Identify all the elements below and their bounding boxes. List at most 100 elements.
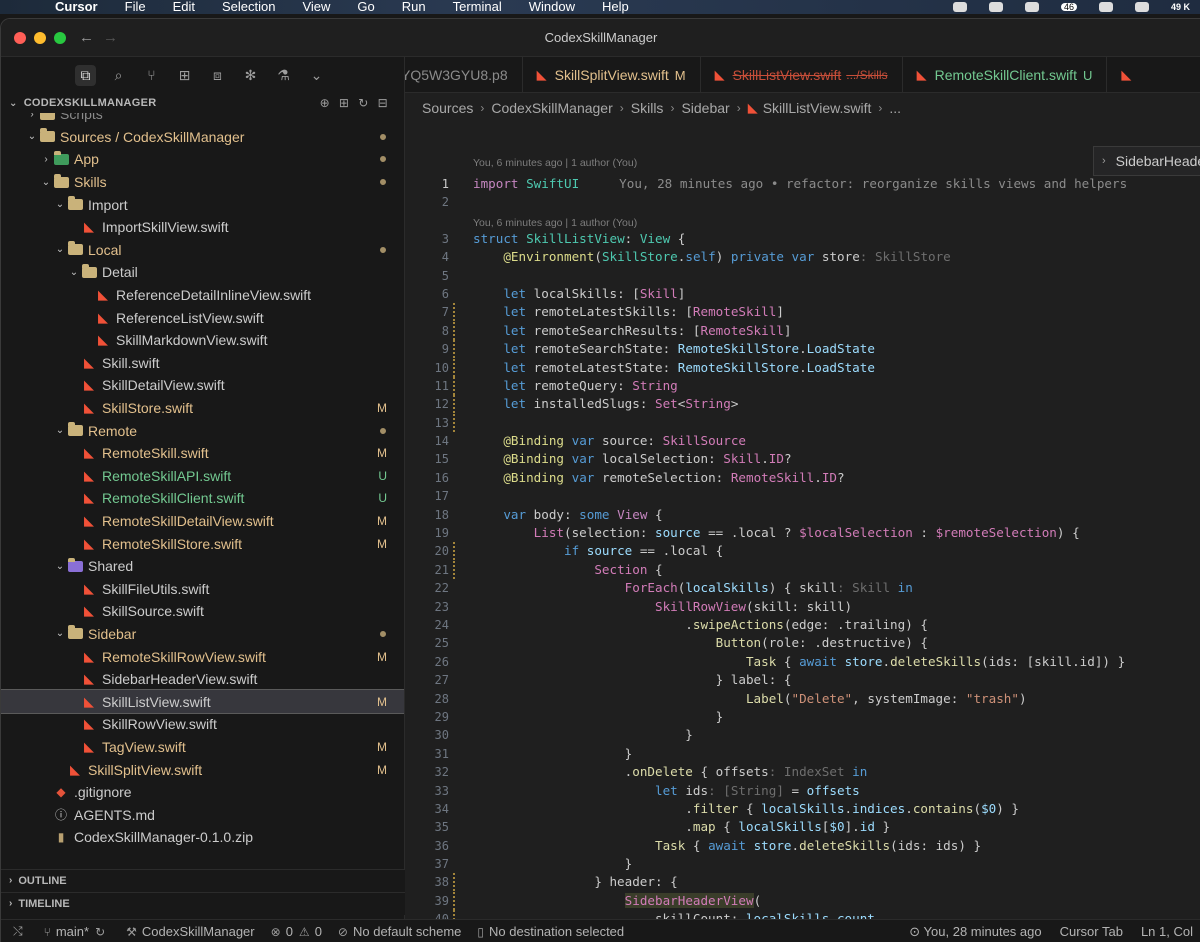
git-modified-marker[interactable] <box>453 873 455 892</box>
git-modified-marker[interactable] <box>453 395 455 414</box>
tree-item[interactable]: ◣ RemoteSkillStore.swift M <box>1 532 404 555</box>
code-line[interactable]: ForEach(localSkills) { skill: Skill in <box>473 579 913 597</box>
git-modified-marker[interactable] <box>453 910 455 919</box>
menu-app[interactable]: Cursor <box>55 0 98 13</box>
git-modified-marker[interactable] <box>453 340 455 359</box>
sync-indicator[interactable]: ↻ <box>95 925 110 939</box>
code-line[interactable]: skillCount: localSkills.count, <box>473 910 883 919</box>
code-line[interactable]: Section { <box>473 561 662 579</box>
tree-item[interactable]: ◣ ImportSkillView.swift <box>1 216 404 239</box>
more-tabs-icon[interactable]: ◣ <box>1107 57 1153 92</box>
menu-selection[interactable]: Selection <box>222 0 275 13</box>
breadcrumb-item[interactable]: ... <box>889 100 901 116</box>
tree-item[interactable]: ◣ TagView.swift M <box>1 736 404 759</box>
menu-run[interactable]: Run <box>402 0 426 13</box>
extensions-icon[interactable]: ⊞ <box>174 65 195 86</box>
tree-item[interactable]: ◣ SkillListView.swift M <box>1 689 404 715</box>
git-modified-marker[interactable] <box>453 376 455 396</box>
code-line[interactable]: .map { localSkills[$0].id } <box>473 818 890 836</box>
tree-item[interactable]: ⌄ Detail <box>1 261 404 284</box>
git-modified-marker[interactable] <box>453 321 455 341</box>
code-line[interactable]: .onDelete { offsets: IndexSet in <box>473 763 868 781</box>
problems-indicator[interactable]: ⊗ 0 ⚠ 0 <box>271 924 322 939</box>
code-line[interactable]: let installedSlugs: Set<String> <box>473 395 738 413</box>
code-line[interactable]: Task { await store.deleteSkills(ids: ids… <box>473 837 981 855</box>
code-line[interactable]: } header: { <box>473 873 677 891</box>
tree-item[interactable]: ◣ SidebarHeaderView.swift <box>1 668 404 691</box>
timeline-panel[interactable]: › TIMELINE <box>1 892 405 915</box>
chevron-down-icon[interactable]: ⌄ <box>306 65 327 86</box>
files-icon[interactable]: ⧉ <box>75 64 96 86</box>
tree-item[interactable]: ⌄ Local <box>1 239 404 262</box>
code-line[interactable]: Button(role: .destructive) { <box>473 634 928 652</box>
box-icon[interactable] <box>1024 2 1039 12</box>
code-line[interactable]: .swipeActions(edge: .trailing) { <box>473 616 928 634</box>
testing-icon[interactable]: ⚗ <box>273 65 294 86</box>
tree-item[interactable]: › Scripts <box>1 113 404 126</box>
toggle-icon[interactable] <box>988 2 1003 12</box>
lock-icon[interactable] <box>952 2 967 12</box>
chevron-down-icon[interactable]: ⌄ <box>9 98 18 109</box>
code-line[interactable]: } <box>473 708 724 726</box>
menu-view[interactable]: View <box>302 0 330 13</box>
tree-item[interactable]: ⌄ Sources / CodexSkillManager <box>1 126 404 149</box>
chevron-right-icon[interactable]: › <box>1102 155 1106 167</box>
code-line[interactable]: let remoteSearchResults: [RemoteSkill] <box>473 322 791 340</box>
remote-explorer-icon[interactable]: ⧈ <box>207 65 228 86</box>
outline-panel[interactable]: › OUTLINE <box>1 869 405 892</box>
breadcrumb-item[interactable]: CodexSkillManager <box>491 100 612 116</box>
cursor-position[interactable]: Ln 1, Col <box>1141 924 1193 940</box>
breadcrumb-item[interactable]: SkillListView.swift <box>763 100 872 116</box>
menu-file[interactable]: File <box>125 0 146 13</box>
code-line[interactable]: let remoteSearchState: RemoteSkillStore.… <box>473 340 875 358</box>
code-line[interactable]: let remoteQuery: String <box>473 377 677 395</box>
sticky-scroll-widget[interactable]: › SidebarHeaderView <box>1093 146 1200 176</box>
code-line[interactable]: @Binding var localSelection: Skill.ID? <box>473 450 791 468</box>
breadcrumb-item[interactable]: Sources <box>422 100 473 116</box>
code-line[interactable]: List(selection: source == .local ? $loca… <box>473 524 1080 542</box>
breadcrumb-item[interactable]: Skills <box>631 100 664 116</box>
destination-indicator[interactable]: ▯ No destination selected <box>477 924 624 939</box>
tree-item[interactable]: ▮ CodexSkillManager-0.1.0.zip <box>1 826 404 849</box>
grammarly-icon[interactable] <box>1134 2 1149 12</box>
menu-help[interactable]: Help <box>602 0 629 13</box>
tree-item[interactable]: ◆ .gitignore <box>1 781 404 804</box>
openai-icon[interactable]: ✻ <box>240 65 261 86</box>
code-line[interactable]: var body: some View { <box>473 506 662 524</box>
git-modified-marker[interactable] <box>453 560 455 580</box>
tree-item[interactable]: ◣ SkillRowView.swift <box>1 713 404 736</box>
menu-edit[interactable]: Edit <box>173 0 195 13</box>
tree-item[interactable]: ◣ ReferenceDetailInlineView.swift <box>1 284 404 307</box>
tree-item[interactable]: ⌄ Sidebar <box>1 623 404 646</box>
code-line[interactable]: if source == .local { <box>473 542 723 560</box>
tree-item[interactable]: ◣ SkillSplitView.swift M <box>1 758 404 781</box>
code-line[interactable]: @Environment(SkillStore.self) private va… <box>473 248 950 266</box>
code-line[interactable]: struct SkillListView: View { <box>473 230 685 248</box>
branch-indicator[interactable]: ⑂ main* <box>44 924 89 939</box>
tree-item[interactable]: ◣ SkillMarkdownView.swift <box>1 329 404 352</box>
tree-item[interactable]: ⌄ Import <box>1 193 404 216</box>
code-line[interactable]: @Binding var remoteSelection: RemoteSkil… <box>473 469 844 487</box>
code-line[interactable]: let remoteLatestState: RemoteSkillStore.… <box>473 359 875 377</box>
git-modified-marker[interactable] <box>453 891 455 911</box>
code-line[interactable]: } <box>473 745 633 763</box>
git-modified-marker[interactable] <box>453 358 455 377</box>
menu-go[interactable]: Go <box>357 0 374 13</box>
tree-item[interactable]: ◣ ReferenceListView.swift <box>1 306 404 329</box>
git-modified-marker[interactable] <box>453 542 455 561</box>
menu-window[interactable]: Window <box>529 0 575 13</box>
refresh-icon[interactable]: ↻ <box>358 96 368 110</box>
git-modified-marker[interactable] <box>453 303 455 322</box>
menu-terminal[interactable]: Terminal <box>453 0 502 13</box>
tree-item[interactable]: ◣ RemoteSkillDetailView.swift M <box>1 510 404 533</box>
editor-tab[interactable]: ◣ RemoteSkillClient.swift U <box>903 57 1108 92</box>
tree-item[interactable]: ◣ RemoteSkill.swift M <box>1 442 404 465</box>
editor-tab[interactable]: ◣ SkillSplitView.swift M <box>523 57 701 92</box>
code-line[interactable]: let localSkills: [Skill] <box>473 285 685 303</box>
tree-item[interactable]: ◣ SkillFileUtils.swift <box>1 577 404 600</box>
code-line[interactable]: .filter { localSkills.indices.contains($… <box>473 800 1019 818</box>
tree-item[interactable]: ⌄ Shared <box>1 555 404 578</box>
cursor-tab-status[interactable]: Cursor Tab <box>1060 924 1123 940</box>
code-line[interactable]: SkillRowView(skill: skill) <box>473 598 852 616</box>
tree-item[interactable]: ◣ RemoteSkillRowView.swift M <box>1 645 404 668</box>
